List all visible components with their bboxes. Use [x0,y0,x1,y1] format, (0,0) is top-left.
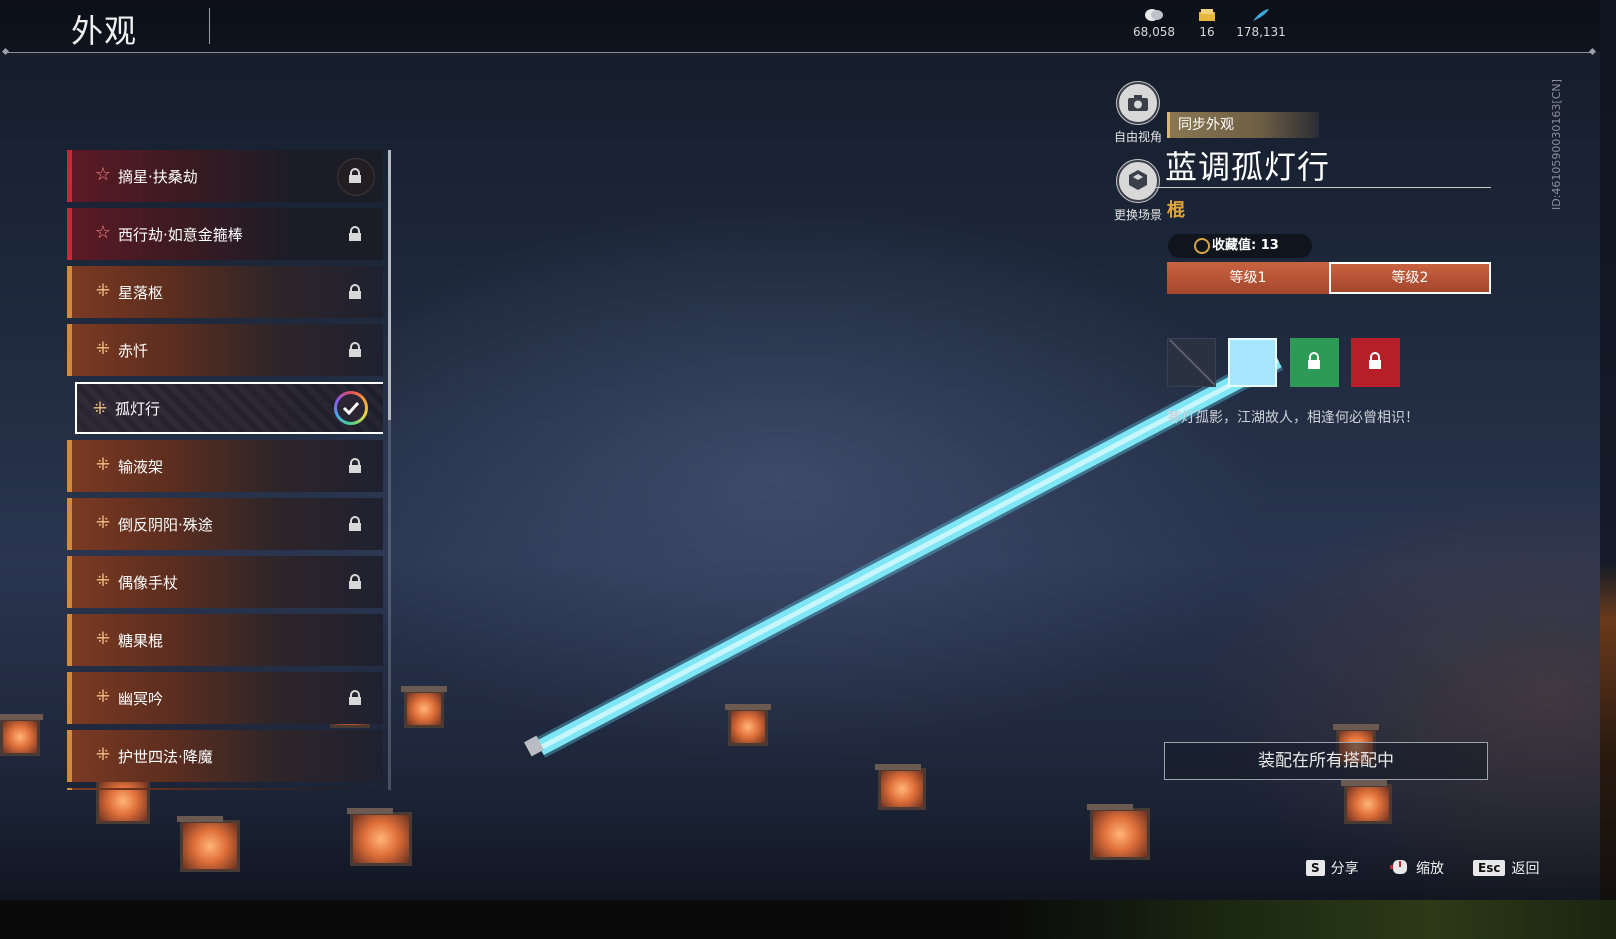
equip-all-button[interactable]: 装配在所有搭配中 [1164,742,1488,780]
rank-icon: ⁜ [95,339,111,359]
rank-icon: ⁜ [95,281,111,301]
name-divider [1156,187,1491,188]
list-item[interactable]: ☆ 摘星·扶桑劫 [67,150,383,202]
camera-icon [1117,82,1159,124]
item-name: 蓝调孤灯行 [1165,148,1331,186]
list-item-label: 护世四法·降魔 [118,748,213,766]
back-hint-button[interactable]: Esc 返回 [1473,858,1539,878]
share-hint-button[interactable]: S 分享 [1306,858,1359,878]
mouse-icon [1390,860,1407,874]
star-icon: ☆ [94,164,112,185]
lock-icon [1308,352,1320,369]
color-swatch-green[interactable] [1290,338,1339,387]
appearance-list[interactable]: ☆ 摘星·扶桑劫 ☆ 西行劫·如意金箍棒 ⁜ 星落枢 ⁜ 赤忏 ⁜ 孤灯行 ⁜ … [67,150,383,790]
list-item-label: 孤灯行 [115,400,161,418]
lock-icon [349,574,361,589]
list-item-label: 幽冥吟 [118,690,164,708]
lock-icon [1369,352,1381,369]
lock-icon [349,284,361,299]
tab-level-2[interactable]: 等级2 [1329,262,1491,294]
lock-icon [349,516,361,531]
window-edge [1600,0,1616,939]
scrollbar-thumb[interactable] [388,150,391,420]
rank-icon: ⁜ [95,745,111,765]
collect-value-label: 收藏值: 13 [1212,238,1279,253]
lock-icon [349,226,361,241]
title-divider [209,8,210,44]
list-item-label: 摘星·扶桑劫 [118,168,198,186]
zoom-label: 缩放 [1416,861,1444,877]
list-item-label: 输液架 [118,458,164,476]
currency-feathers-value: 178,131 [1236,25,1286,39]
list-item[interactable]: ⁜ 幽冥吟 [67,672,383,724]
top-divider [6,52,1592,53]
feather-icon [1253,9,1269,21]
collect-value-badge: 收藏值: 13 [1168,234,1312,258]
zoom-hint-button[interactable]: 缩放 [1389,858,1444,878]
back-key: Esc [1473,860,1506,876]
color-swatch-none[interactable] [1167,338,1216,387]
lock-icon [349,168,361,183]
currency-coins-value: 68,058 [1133,25,1175,39]
list-item-label: 糖果棍 [118,632,164,650]
rank-icon: ⁜ [92,399,108,419]
lock-icon [349,690,361,705]
rank-icon: ⁜ [95,455,111,475]
rank-icon: ⁜ [95,513,111,533]
lock-icon [349,342,361,357]
rank-icon: ⁜ [95,629,111,649]
free-view-label: 自由视角 [1113,130,1162,144]
color-swatch-red[interactable] [1351,338,1400,387]
share-label: 分享 [1330,861,1359,877]
coin-icon [1145,9,1163,21]
list-item[interactable]: ⁜ 输液架 [67,440,383,492]
list-item-selected[interactable]: ⁜ 孤灯行 [75,382,383,434]
cube-icon [1117,160,1159,202]
list-item-partial[interactable] [67,788,383,790]
list-item[interactable]: ⁜ 糖果棍 [67,614,383,666]
window-bottom-edge [0,900,1616,939]
list-item[interactable]: ⁜ 偶像手杖 [67,556,383,608]
list-item[interactable]: ⁜ 星落枢 [67,266,383,318]
color-swatch-light-blue[interactable] [1228,338,1277,387]
list-item[interactable]: ⁜ 护世四法·降魔 [67,730,383,782]
currency-feathers: 178,131 [1226,8,1296,39]
top-bar: 外观 68,058 16 178,131 [0,0,1600,53]
item-description: 寒灯孤影，江湖故人，相逢何必曾相识！ [1167,410,1419,426]
list-item-label: 西行劫·如意金箍棒 [118,226,243,244]
list-item-label: 偶像手杖 [118,574,179,592]
currency-tickets-value: 16 [1199,25,1215,39]
list-item-label: 星落枢 [118,284,164,302]
change-scene-label: 更换场景 [1113,208,1162,222]
player-id: ID:4610590030163[CN] [1550,79,1563,210]
list-scrollbar[interactable] [388,150,391,790]
weapon-type: 棍 [1167,200,1185,221]
back-label: 返回 [1511,861,1540,877]
list-item-label: 倒反阴阳·殊途 [118,516,213,534]
sync-appearance-tag: 同步外观 [1167,112,1319,138]
lock-icon [349,458,361,473]
list-item[interactable]: ⁜ 赤忏 [67,324,383,376]
star-icon: ☆ [94,222,112,243]
ticket-icon [1199,9,1215,21]
list-item[interactable]: ⁜ 倒反阴阳·殊途 [67,498,383,550]
share-key: S [1306,860,1325,876]
tab-level-1[interactable]: 等级1 [1167,262,1329,294]
collect-icon [1194,238,1210,254]
rank-icon: ⁜ [95,571,111,591]
rank-icon: ⁜ [95,687,111,707]
list-item-label: 赤忏 [118,342,149,360]
equipped-check-icon [334,391,368,425]
list-item[interactable]: ☆ 西行劫·如意金箍棒 [67,208,383,260]
page-title: 外观 [71,12,138,50]
free-view-button[interactable]: 自由视角 [1098,82,1178,145]
